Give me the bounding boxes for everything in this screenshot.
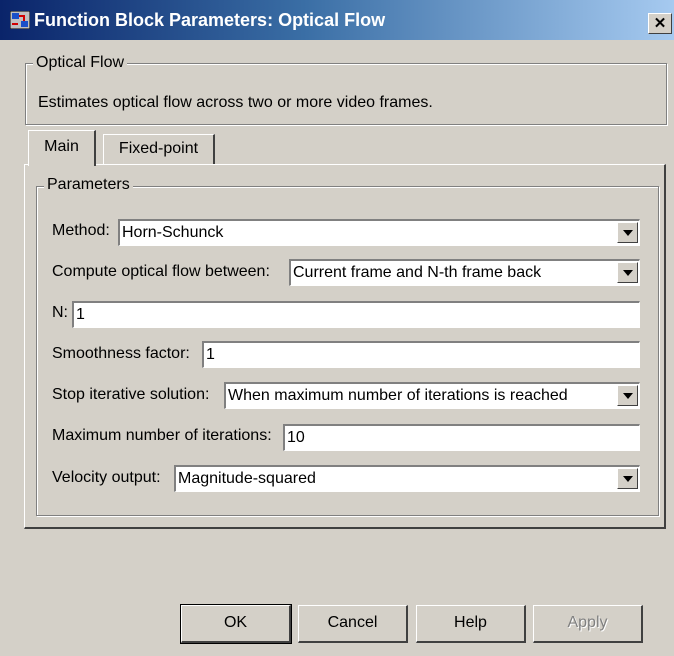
tab-fixed-point[interactable]: Fixed-point — [103, 134, 215, 165]
method-value: Horn-Schunck — [122, 224, 224, 241]
dialog-window: Function Block Parameters: Optical Flow … — [0, 0, 674, 656]
close-button[interactable]: ✕ — [648, 13, 672, 34]
title-bar[interactable]: Function Block Parameters: Optical Flow … — [0, 0, 674, 40]
compute-between-value: Current frame and N-th frame back — [293, 264, 542, 281]
smoothness-factor-field[interactable]: 1 — [202, 341, 640, 368]
n-label: N: — [52, 304, 68, 321]
chevron-down-icon[interactable] — [617, 468, 638, 489]
velocity-output-label: Velocity output: — [52, 469, 161, 486]
ok-button[interactable]: OK — [180, 604, 292, 644]
compute-between-label: Compute optical flow between: — [52, 263, 270, 280]
simulink-block-icon — [10, 11, 30, 29]
tab-main-label: Main — [44, 138, 79, 155]
block-description: Estimates optical flow across two or mor… — [38, 94, 433, 111]
method-label: Method: — [52, 222, 110, 239]
stop-solution-label: Stop iterative solution: — [52, 386, 210, 403]
tab-fixed-point-label: Fixed-point — [118, 140, 199, 157]
method-dropdown[interactable]: Horn-Schunck — [118, 219, 640, 246]
max-iterations-label: Maximum number of iterations: — [52, 427, 272, 444]
smoothness-factor-value: 1 — [206, 346, 215, 363]
max-iterations-field[interactable]: 10 — [283, 424, 640, 451]
smoothness-factor-label: Smoothness factor: — [52, 345, 190, 362]
stop-solution-value: When maximum number of iterations is rea… — [228, 387, 568, 404]
chevron-down-icon[interactable] — [617, 262, 638, 283]
stop-solution-dropdown[interactable]: When maximum number of iterations is rea… — [224, 382, 640, 409]
window-title: Function Block Parameters: Optical Flow — [34, 10, 386, 30]
velocity-output-dropdown[interactable]: Magnitude-squared — [174, 465, 640, 492]
chevron-down-icon[interactable] — [617, 385, 638, 406]
apply-button[interactable]: Apply — [533, 605, 643, 643]
tab-main[interactable]: Main — [28, 130, 96, 166]
compute-between-dropdown[interactable]: Current frame and N-th frame back — [289, 259, 640, 286]
velocity-output-value: Magnitude-squared — [178, 470, 316, 487]
help-button[interactable]: Help — [416, 605, 526, 643]
n-field[interactable]: 1 — [72, 301, 640, 328]
close-icon: ✕ — [653, 15, 667, 32]
n-value: 1 — [76, 306, 85, 323]
cancel-button[interactable]: Cancel — [298, 605, 408, 643]
block-group-label: Optical Flow — [33, 54, 128, 72]
max-iterations-value: 10 — [287, 429, 305, 446]
parameters-group-label: Parameters — [44, 176, 133, 194]
chevron-down-icon[interactable] — [617, 222, 638, 243]
